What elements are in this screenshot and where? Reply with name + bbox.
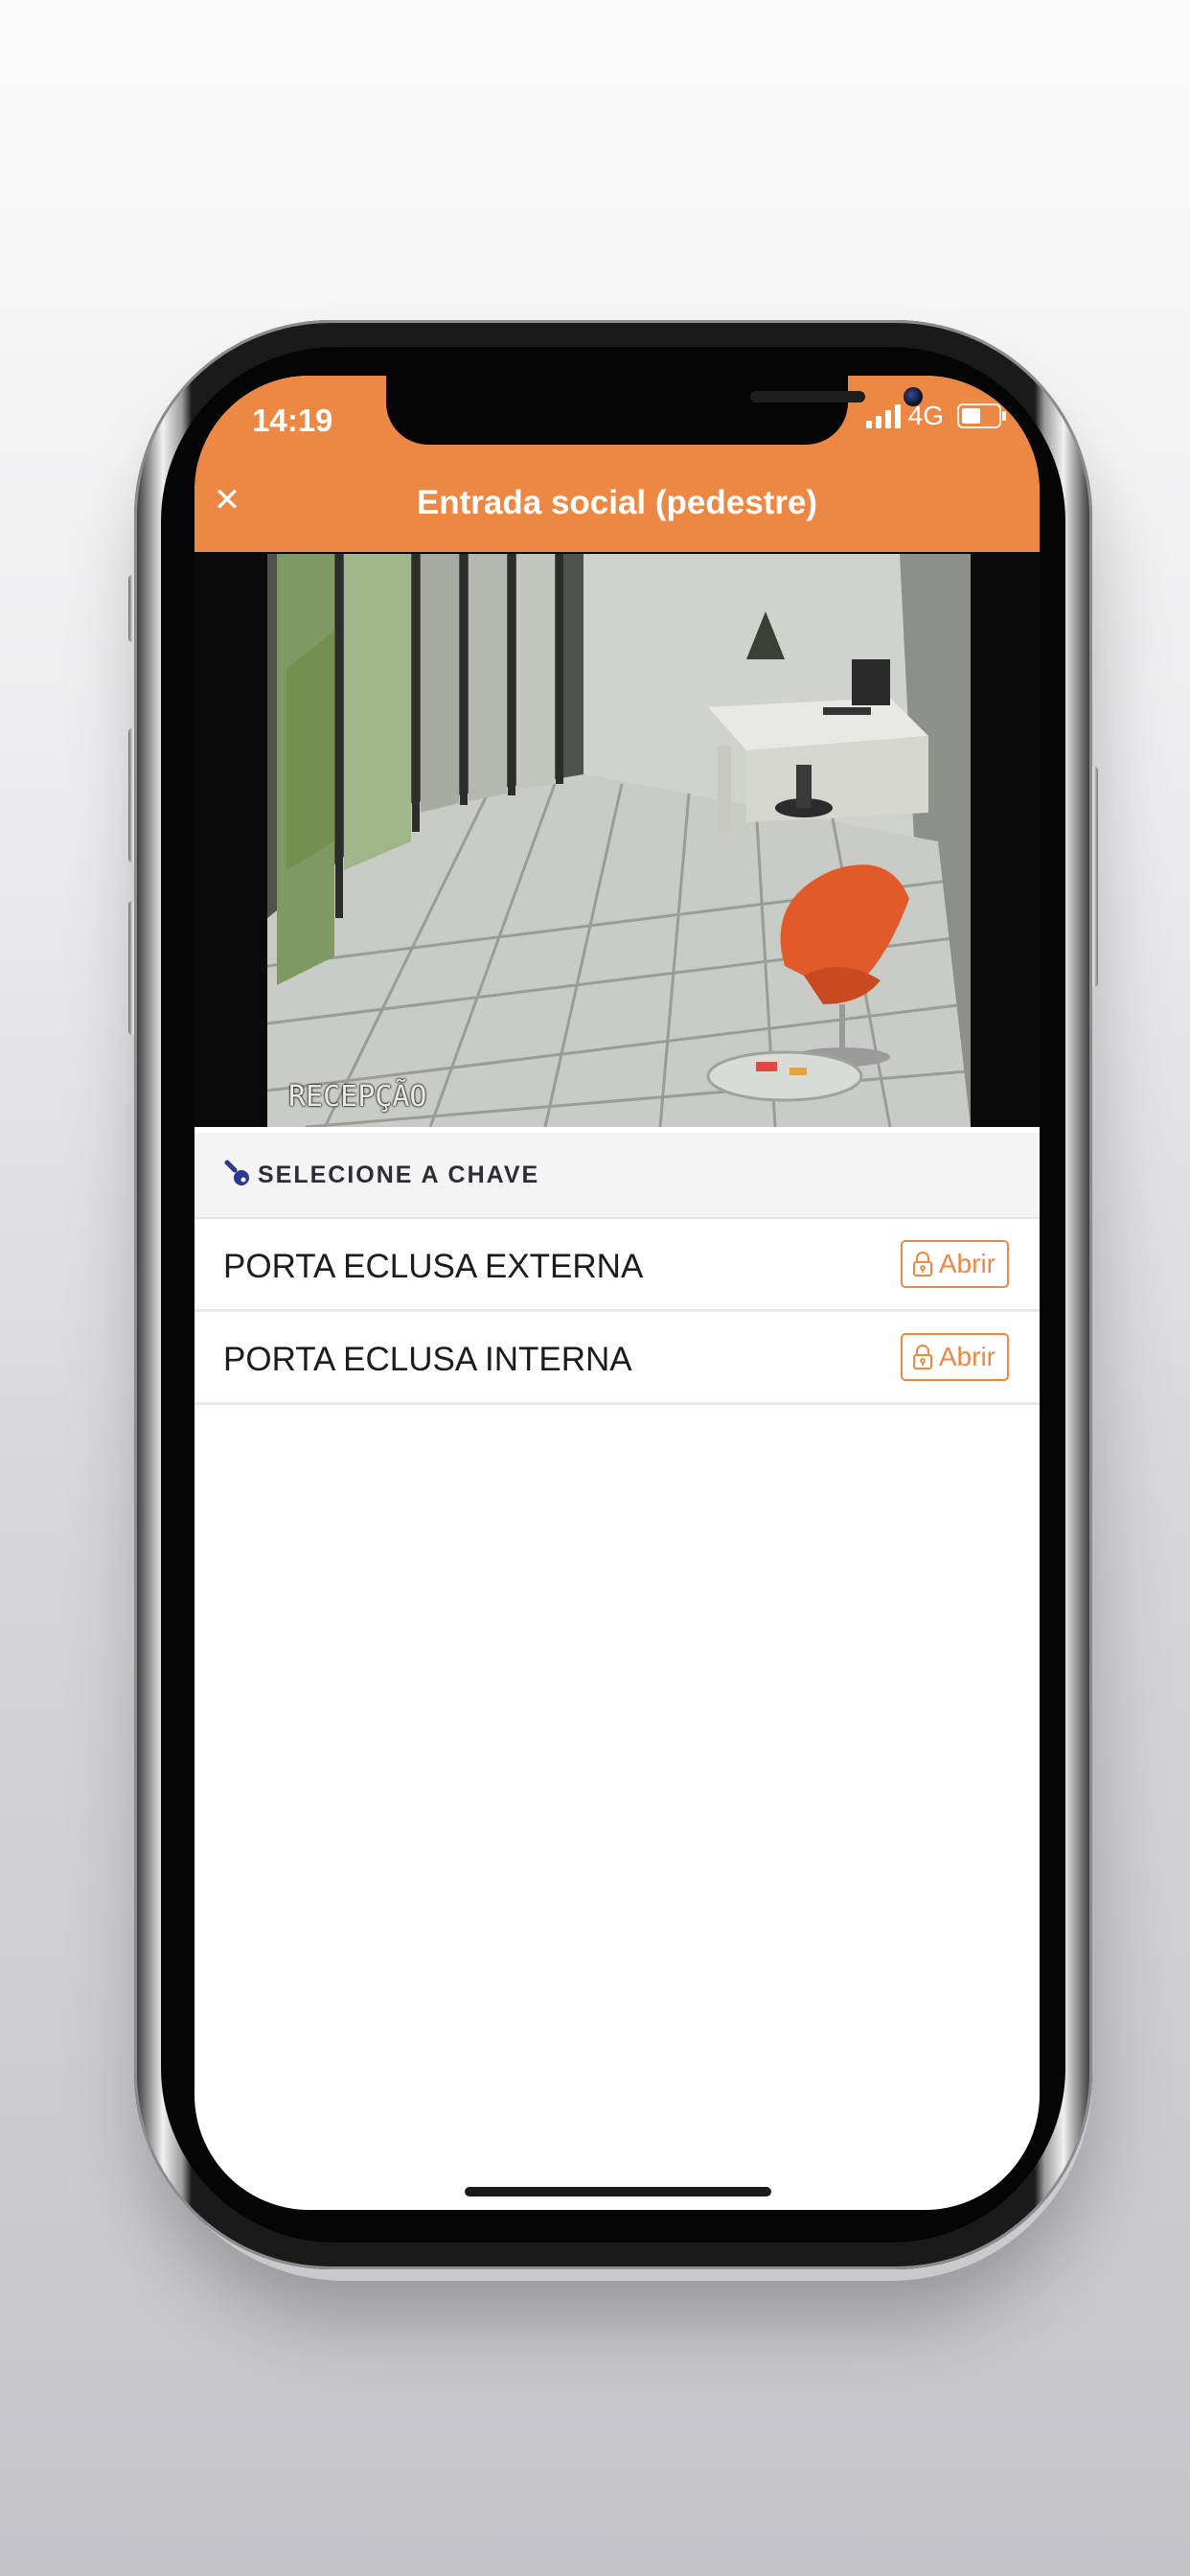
notch — [386, 376, 923, 445]
section-title: SELECIONE A CHAVE — [258, 1162, 540, 1188]
camera-overlay-label: RECEPÇÃO — [288, 1080, 427, 1114]
battery-level — [962, 408, 980, 424]
open-button-label: Abrir — [938, 1342, 995, 1371]
reception-scene-image — [267, 554, 971, 1127]
camera-feed[interactable]: RECEPÇÃO — [195, 552, 1040, 1127]
app-screen: 14:19 4G ✕ Entrada social (pedestre) REC… — [195, 376, 1040, 2210]
open-button[interactable]: Abrir — [900, 1240, 1009, 1288]
list-item: PORTA ECLUSA INTERNA Abrir — [195, 1312, 1040, 1405]
lock-icon — [912, 1252, 932, 1276]
status-indicators: 4G — [865, 401, 1006, 431]
open-button-label: Abrir — [938, 1249, 995, 1278]
key-name: PORTA ECLUSA INTERNA — [223, 1341, 632, 1378]
battery-icon — [957, 403, 1006, 428]
open-button[interactable]: Abrir — [900, 1333, 1009, 1381]
key-section-header: SELECIONE A CHAVE — [195, 1133, 1040, 1219]
signal-bars-icon — [865, 403, 901, 428]
list-item: PORTA ECLUSA EXTERNA Abrir — [195, 1219, 1040, 1312]
home-indicator[interactable] — [465, 2187, 771, 2196]
key-name: PORTA ECLUSA EXTERNA — [223, 1248, 644, 1285]
app-header: 14:19 4G ✕ Entrada social (pedestre) — [195, 376, 1040, 552]
camera-image: RECEPÇÃO — [267, 554, 971, 1127]
key-icon — [224, 1160, 249, 1185]
key-list: PORTA ECLUSA EXTERNA Abrir PORTA ECLUSA … — [195, 1219, 1040, 1405]
lock-icon — [912, 1345, 932, 1369]
page-title: Entrada social (pedestre) — [416, 484, 818, 521]
front-camera — [904, 387, 923, 406]
status-time: 14:19 — [252, 402, 333, 438]
speaker — [750, 391, 865, 402]
